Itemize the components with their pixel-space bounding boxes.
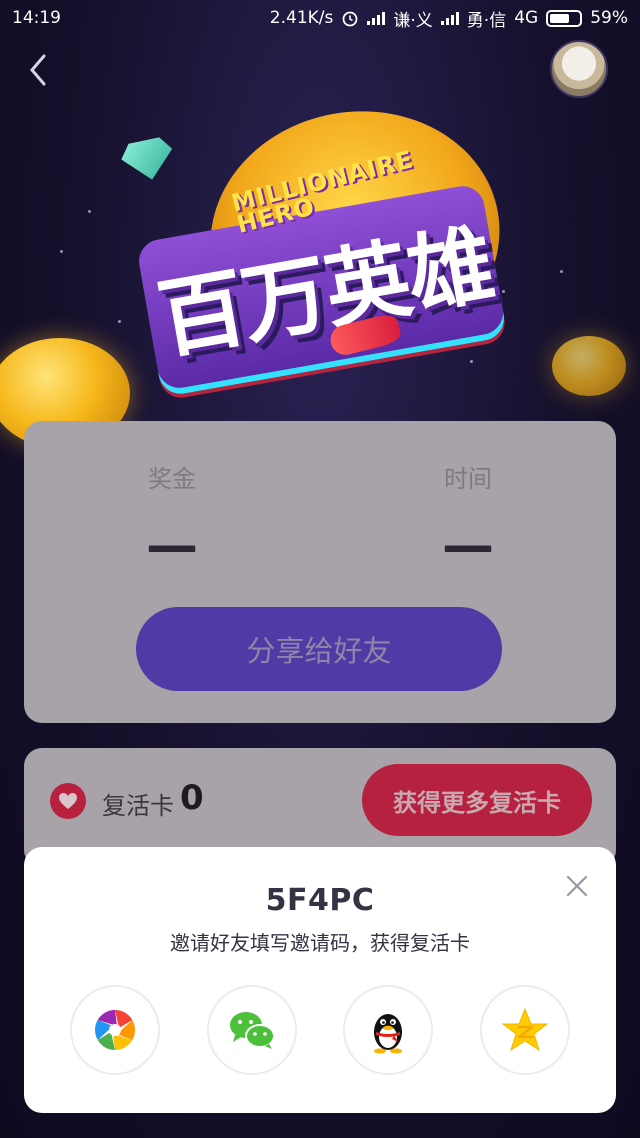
millionaire-hero-logo: MILLIONAIRE HERO 百万英雄	[135, 88, 520, 392]
heart-icon	[59, 793, 77, 809]
carrier-2: 勇·信	[466, 10, 507, 31]
revive-card-label: 复活卡	[102, 792, 174, 820]
share-qq-button[interactable]	[343, 985, 434, 1075]
chevron-left-icon	[30, 54, 46, 86]
bonus-stat: 奖金 —	[72, 459, 272, 574]
avatar[interactable]	[550, 40, 608, 98]
share-targets	[70, 985, 570, 1075]
revive-card-count: 0	[180, 778, 204, 818]
signal-icon	[367, 11, 386, 25]
invite-description: 邀请好友填写邀请码，获得复活卡	[170, 931, 470, 955]
time-value: —	[442, 516, 494, 576]
bonus-value: —	[146, 516, 198, 576]
battery-level: 59%	[590, 8, 628, 28]
get-more-revive-cards-button[interactable]: 获得更多复活卡	[362, 764, 592, 836]
carrier-1: 谦·义	[393, 10, 433, 31]
coin-right-decoration	[552, 336, 626, 396]
battery-icon	[546, 9, 583, 27]
share-to-friends-button[interactable]: 分享给好友	[136, 607, 502, 691]
heart-badge	[50, 783, 86, 819]
network-type: 4G	[514, 8, 539, 28]
invite-code: 5F4PC	[265, 883, 375, 918]
status-indicators: 2.41K/s 谦·义 勇·信 4G 59%	[270, 6, 628, 31]
share-moments-button[interactable]	[70, 985, 160, 1075]
bonus-label: 奖金	[148, 465, 196, 493]
share-wechat-button[interactable]	[206, 985, 297, 1075]
status-time: 14:19	[12, 8, 61, 28]
signal-icon-2	[440, 11, 459, 25]
invite-sheet: 5F4PC 邀请好友填写邀请码，获得复活卡	[24, 847, 616, 1113]
alarm-icon	[342, 11, 358, 27]
back-button[interactable]	[22, 50, 54, 90]
app-screen: 14:19 2.41K/s 谦·义 勇·信 4G 59% MILLIONAIRE…	[0, 0, 640, 1138]
qzone-star-icon	[501, 1007, 549, 1052]
prize-card: 奖金 — 时间 — 分享给好友	[24, 421, 616, 723]
shutter-icon	[95, 1010, 135, 1050]
network-speed: 2.41K/s	[269, 8, 334, 28]
time-stat: 时间 —	[368, 459, 568, 574]
status-bar: 14:19 2.41K/s 谦·义 勇·信 4G 59%	[0, 0, 640, 36]
share-qzone-button[interactable]	[479, 985, 570, 1075]
qq-penguin-icon	[374, 1014, 403, 1054]
wechat-icon	[229, 1012, 275, 1049]
time-label: 时间	[444, 465, 492, 493]
